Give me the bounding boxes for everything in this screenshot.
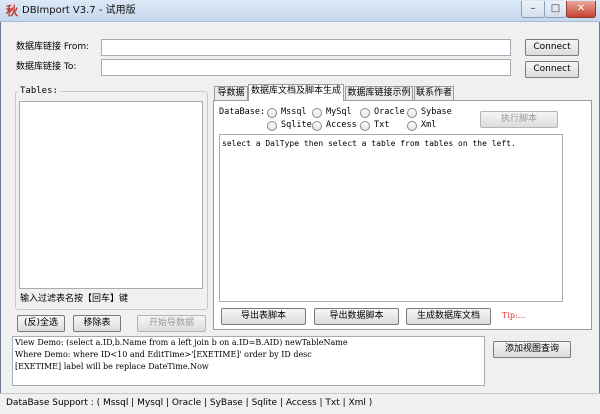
to-connection-label: 数据库链接 To: (16, 62, 77, 72)
from-connection-input[interactable] (101, 39, 511, 56)
mysql-radio[interactable] (312, 108, 322, 118)
tip-text: Tip:... (502, 311, 526, 320)
table-filter-hint[interactable]: 输入过滤表名按【回车】键 (20, 293, 128, 305)
app-logo-icon: 秋 (5, 4, 18, 18)
generate-doc-button[interactable]: 生成数据库文档 (406, 308, 491, 325)
txt-radio[interactable] (360, 121, 370, 131)
sqlite-label: Sqlite (281, 120, 312, 130)
start-import-button[interactable]: 开始导数据 (137, 315, 206, 332)
sqlite-radio[interactable] (267, 121, 277, 131)
xml-label: Xml (421, 120, 437, 130)
view-demo-line: View Demo: (select a.ID,b.Name from a le… (15, 338, 348, 347)
database-label: DataBase: (219, 107, 266, 117)
oracle-radio[interactable] (360, 108, 370, 118)
mssql-label: Mssql (281, 107, 307, 117)
mysql-label: MySql (326, 107, 352, 117)
xml-radio[interactable] (407, 121, 417, 131)
exetime-note-line: [EXETIME] label will be replace DateTime… (15, 362, 209, 371)
export-data-script-button[interactable]: 导出数据脚本 (314, 308, 399, 325)
from-connection-label: 数据库链接 From: (16, 42, 90, 52)
tab-import-data[interactable]: 导数据 (214, 86, 248, 100)
script-editor-text: select a DalType then select a table fro… (222, 139, 516, 148)
maximize-button[interactable]: □ (544, 1, 567, 18)
txt-label: Txt (374, 120, 390, 130)
sybase-label: Sybase (421, 107, 452, 117)
mssql-radio[interactable] (267, 108, 277, 118)
tab-connection-examples[interactable]: 数据库链接示例 (345, 86, 413, 100)
access-label: Access (326, 120, 357, 130)
add-view-query-button[interactable]: 添加视图查询 (493, 341, 571, 358)
select-all-button[interactable]: (反)全选 (17, 315, 65, 332)
where-demo-line: Where Demo: where ID<10 and EditTime>'[E… (15, 350, 312, 359)
connect-from-button[interactable]: Connect (525, 39, 579, 56)
tab-contact-author[interactable]: 联系作者 (414, 86, 454, 100)
status-text: DataBase Support : ( Mssql | Mysql | Ora… (6, 398, 373, 408)
tables-list[interactable] (19, 101, 203, 289)
export-table-script-button[interactable]: 导出表脚本 (221, 308, 306, 325)
oracle-label: Oracle (374, 107, 405, 117)
to-connection-input[interactable] (101, 59, 511, 76)
minimize-button[interactable]: – (521, 1, 545, 18)
window-title: DBImport V3.7 - 试用版 (22, 5, 136, 16)
access-radio[interactable] (312, 121, 322, 131)
script-editor[interactable] (219, 134, 563, 302)
remove-table-button[interactable]: 移除表 (73, 315, 121, 332)
execute-script-button[interactable]: 执行脚本 (480, 111, 558, 128)
tab-doc-script[interactable]: 数据库文档及脚本生成 (248, 84, 344, 101)
close-button[interactable]: ✕ (566, 1, 596, 18)
tables-group-title: Tables: (18, 85, 60, 97)
sybase-radio[interactable] (407, 108, 417, 118)
connect-to-button[interactable]: Connect (525, 61, 579, 78)
